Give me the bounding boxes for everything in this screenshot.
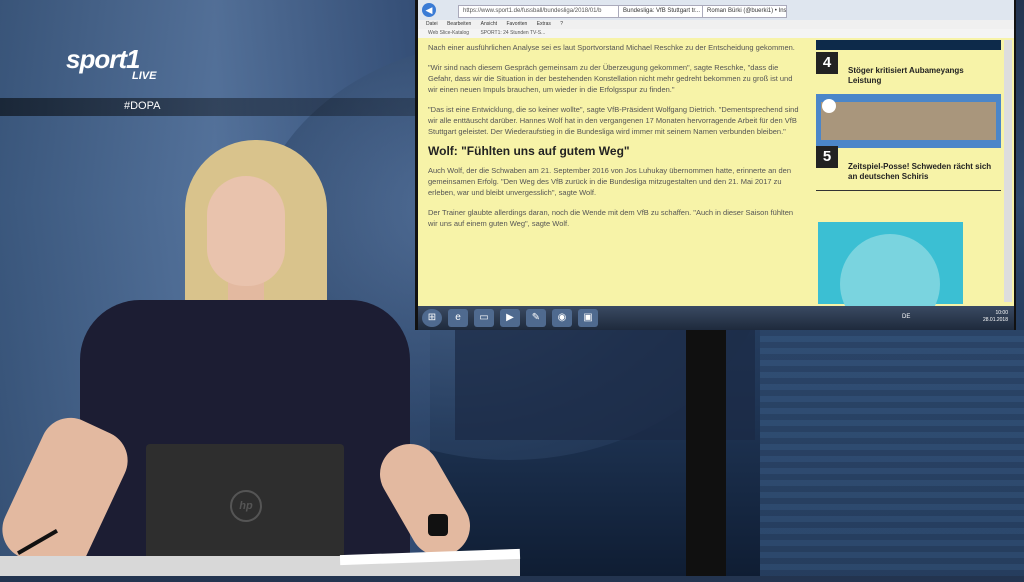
laptop-logo: hp	[230, 490, 262, 522]
browser-window: ◀ https://www.sport1.de/fussball/bundesl…	[418, 0, 1014, 306]
handball-image	[821, 102, 996, 140]
windows-taskbar: ⊞ e ▭ ▶ ✎ ◉ ▣ DE 10:00 28.01.2018	[418, 306, 1014, 330]
clock-date: 28.01.2018	[982, 317, 1008, 323]
menu-item-bearbeiten[interactable]: Bearbeiten	[447, 21, 471, 27]
menu-bar: Datei Bearbeiten Ansicht Favoriten Extra…	[418, 20, 1014, 29]
language-indicator[interactable]: DE	[902, 314, 910, 320]
favorites-bar: Web Slice-Katalog SPORT1: 24 Stunden TV-…	[418, 29, 1014, 38]
play-icon[interactable]	[822, 99, 836, 113]
article-paragraph: Auch Wolf, der die Schwaben am 21. Septe…	[428, 166, 792, 197]
address-bar[interactable]: https://www.sport1.de/fussball/bundeslig…	[458, 5, 619, 18]
rank-badge: 5	[816, 146, 838, 168]
sidebar-image-strip	[816, 40, 1001, 50]
menu-item-extras[interactable]: Extras	[537, 21, 551, 27]
window-icon[interactable]: ▣	[578, 309, 598, 327]
article-paragraph: Der Trainer glaubte allerdings daran, no…	[428, 208, 794, 228]
sidebar-divider	[816, 190, 1001, 191]
menu-item-favoriten[interactable]: Favoriten	[506, 21, 527, 27]
monitor-stand	[686, 330, 726, 576]
hashtag: #DOPA	[124, 100, 161, 112]
sidebar-item-title[interactable]: Zeitspiel-Posse! Schweden rächt sich an …	[848, 162, 998, 182]
menu-item-ansicht[interactable]: Ansicht	[481, 21, 497, 27]
favorite-web-slice[interactable]: Web Slice-Katalog	[428, 30, 469, 36]
back-arrow-icon[interactable]: ◀	[422, 3, 436, 17]
page-scrollbar[interactable]	[1004, 40, 1012, 302]
article-paragraph: "Das ist eine Entwicklung, die so keiner…	[428, 105, 799, 136]
chrome-icon[interactable]: ◉	[552, 309, 572, 327]
media-icon[interactable]: ▶	[500, 309, 520, 327]
article-heading: Wolf: "Fühlten uns auf gutem Weg"	[428, 144, 630, 158]
explorer-icon[interactable]: ▭	[474, 309, 494, 327]
rank-badge: 4	[816, 52, 838, 74]
ad-banner[interactable]	[818, 222, 963, 306]
ie-icon[interactable]: e	[448, 309, 468, 327]
channel-logo: sport1	[66, 44, 140, 74]
hashtag-bar	[0, 98, 430, 116]
ad-graphic	[840, 234, 940, 306]
menu-item-help[interactable]: ?	[560, 21, 563, 27]
tab-article[interactable]: Bundesliga: VfB Stuttgart tr...	[618, 5, 703, 18]
presenter-face	[207, 176, 285, 286]
sidebar-item-title[interactable]: Stöger kritisiert Aubameyangs Leistung	[848, 66, 998, 86]
article-paragraph: "Wir sind nach diesem Gespräch gemeinsam…	[428, 63, 793, 94]
article-body: Nach einer ausführlichen Analyse sei es …	[428, 42, 804, 238]
live-label: LIVE	[132, 70, 157, 82]
start-button-icon[interactable]: ⊞	[422, 309, 442, 327]
system-clock[interactable]: 10:00 28.01.2018	[983, 310, 1008, 324]
favorite-sport1-tv[interactable]: SPORT1: 24 Stunden TV-S...	[480, 30, 545, 36]
clock-time: 10:00	[995, 310, 1008, 316]
article-paragraph: Nach einer ausführlichen Analyse sei es …	[428, 43, 795, 52]
menu-item-datei[interactable]: Datei	[426, 21, 438, 27]
browser-tabbar: ◀ https://www.sport1.de/fussball/bundesl…	[418, 0, 1014, 20]
wristwatch	[428, 514, 448, 536]
app-icon[interactable]: ✎	[526, 309, 546, 327]
sidebar-thumbnail[interactable]	[816, 94, 1001, 148]
tab-instagram[interactable]: Roman Bürki (@buerki1) • Insta...	[702, 5, 787, 18]
stadium-background	[760, 330, 1024, 576]
